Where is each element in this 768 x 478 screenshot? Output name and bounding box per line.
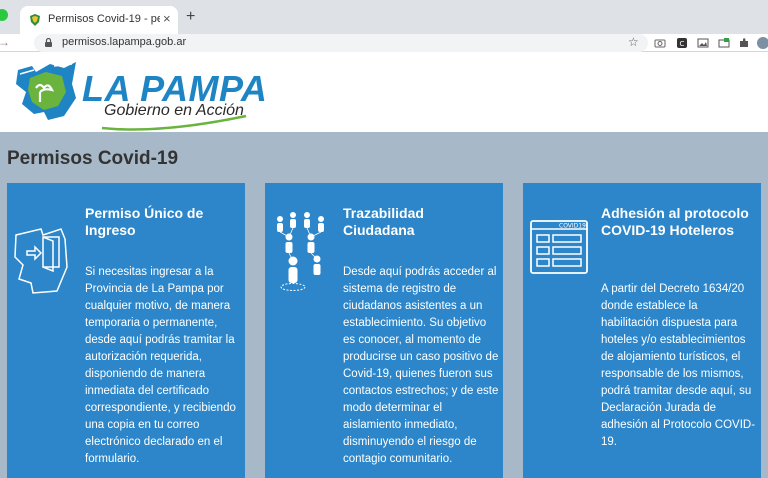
people-network-icon bbox=[277, 212, 324, 291]
covid-form-icon: COVID19 bbox=[530, 220, 588, 274]
page-title: Permisos Covid-19 bbox=[7, 148, 179, 169]
window-maximize-button[interactable] bbox=[0, 9, 8, 21]
tab-close-icon[interactable]: × bbox=[163, 11, 171, 26]
covid-form-label: COVID19 bbox=[559, 223, 586, 230]
puzzle-extensions-icon[interactable] bbox=[738, 37, 750, 49]
url-text[interactable]: permisos.lapampa.gob.ar bbox=[62, 36, 186, 48]
card-title[interactable]: Adhesión al protocolo COVID-19 Hoteleros bbox=[601, 205, 757, 239]
svg-text:C: C bbox=[680, 40, 685, 48]
forward-arrow-icon[interactable]: → bbox=[0, 35, 10, 49]
card-title[interactable]: Trazabilidad Ciudadana bbox=[343, 205, 499, 239]
tab-title: Permisos Covid-19 - permisos bbox=[48, 13, 160, 25]
card-permiso-ingreso[interactable]: Permiso Único de Ingreso Si necesitas in… bbox=[7, 183, 245, 478]
screenshot-icon[interactable] bbox=[718, 37, 730, 49]
extension-c-icon[interactable]: C bbox=[676, 37, 688, 49]
la-pampa-map-logo-icon[interactable] bbox=[14, 58, 80, 124]
brand-swoosh-icon bbox=[101, 114, 247, 131]
browser-tab[interactable]: Permisos Covid-19 - permisos × bbox=[20, 6, 178, 34]
site-header: LA PAMPA Gobierno en Acción bbox=[0, 52, 768, 132]
address-bar[interactable]: permisos.lapampa.gob.ar ☆ bbox=[34, 34, 648, 52]
card-trazabilidad[interactable]: Trazabilidad Ciudadana Desde aquí podrás… bbox=[265, 183, 503, 478]
bookmark-star-icon[interactable]: ☆ bbox=[628, 35, 639, 49]
browser-tabstrip: Permisos Covid-19 - permisos × + bbox=[0, 0, 768, 34]
shield-favicon-icon bbox=[30, 14, 40, 26]
camera-icon[interactable] bbox=[654, 37, 666, 49]
card-body: Si necesitas ingresar a la Provincia de … bbox=[85, 266, 236, 465]
lock-icon bbox=[45, 38, 52, 47]
card-body: A partir del Decreto 1634/20 donde estab… bbox=[601, 283, 756, 448]
profile-avatar-icon[interactable] bbox=[757, 37, 768, 49]
card-adhesion-protocolo[interactable]: COVID19 Adhesión al protocolo COVID-19 H… bbox=[523, 183, 761, 478]
entry-door-map-icon bbox=[14, 228, 68, 294]
card-body: Desde aquí podrás acceder al sistema de … bbox=[343, 266, 499, 465]
image-icon[interactable] bbox=[697, 37, 709, 49]
new-tab-button[interactable]: + bbox=[186, 8, 195, 26]
card-title[interactable]: Permiso Único de Ingreso bbox=[85, 205, 241, 239]
browser-toolbar: → permisos.lapampa.gob.ar ☆ C bbox=[0, 34, 768, 52]
